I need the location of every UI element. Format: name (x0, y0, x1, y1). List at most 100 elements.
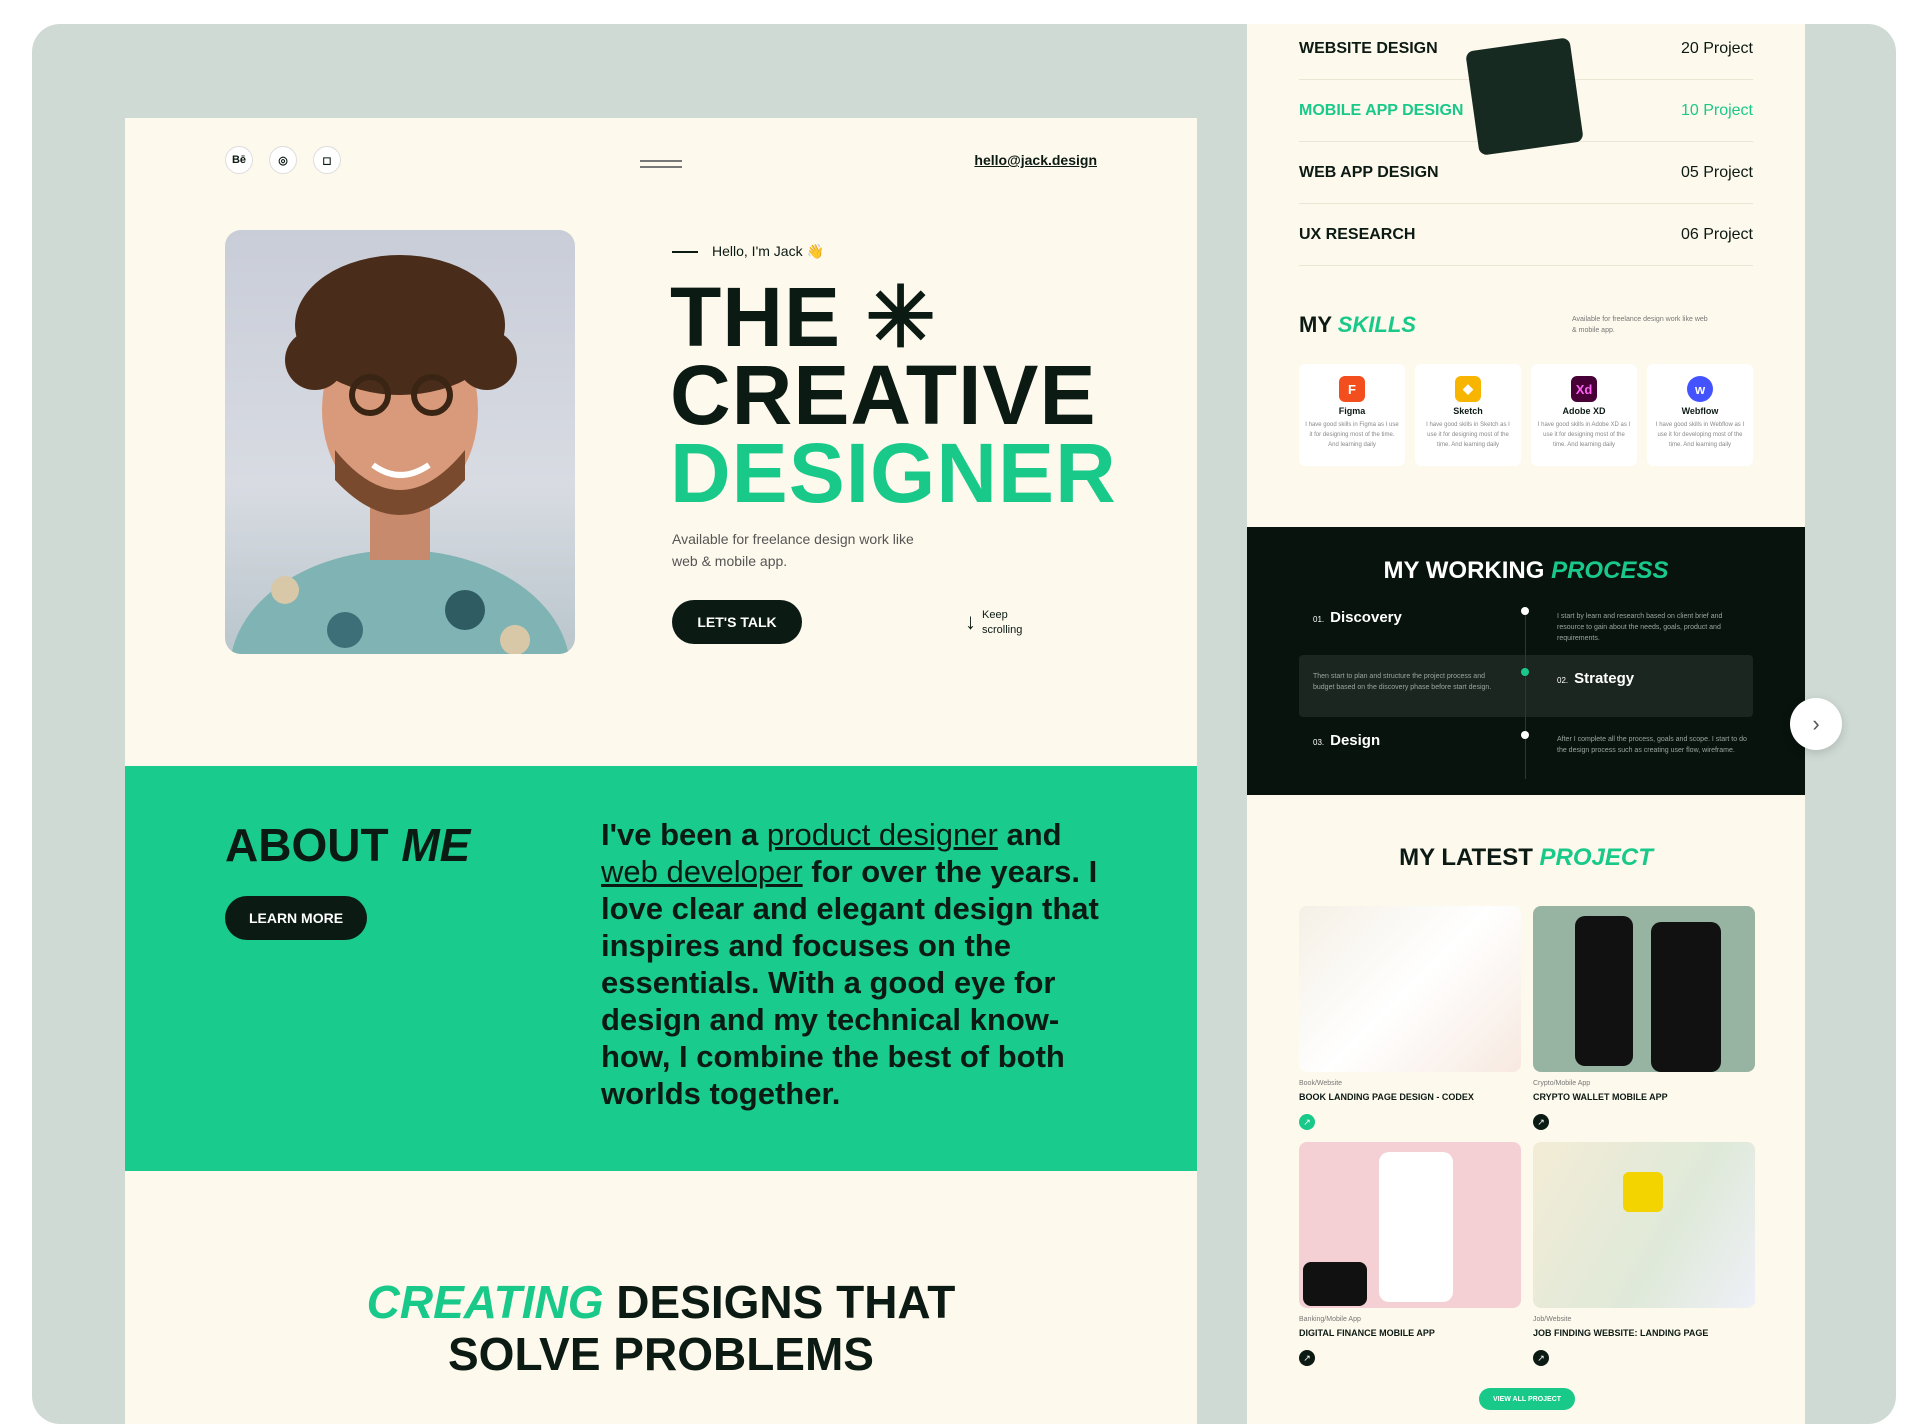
skill-name: Sketch (1453, 406, 1483, 416)
timeline-dot (1521, 668, 1529, 676)
portfolio-detail-page: WEBSITE DESIGN 20 Project MOBILE APP DESI… (1247, 24, 1805, 1424)
email-link[interactable]: hello@jack.design (974, 152, 1097, 168)
arrow-up-right-icon[interactable]: ↗ (1299, 1114, 1315, 1130)
headline-line-1: THE ✳ (670, 270, 937, 364)
timeline-dot (1521, 607, 1529, 615)
project-category: Job/Website (1533, 1316, 1572, 1323)
about-title-b: ME (401, 819, 471, 871)
project-thumbnail[interactable] (1533, 906, 1755, 1072)
greeting: Hello, I'm Jack 👋 (672, 243, 824, 260)
webflow-icon: w (1687, 376, 1713, 402)
service-name: MOBILE APP DESIGN (1299, 101, 1464, 119)
phone-mockup (1575, 916, 1633, 1066)
keep-scrolling[interactable]: ↓ Keep scrolling (965, 608, 1022, 638)
project-thumbnail[interactable] (1533, 1142, 1755, 1308)
learn-more-button[interactable]: LEARN MORE (225, 896, 367, 940)
service-count: 05 Project (1680, 163, 1753, 181)
creating-rest: DESIGNS THAT (603, 1276, 956, 1328)
skill-name: Figma (1338, 406, 1366, 416)
process-title-a: MY WORKING (1383, 557, 1552, 584)
service-count: 06 Project (1680, 225, 1753, 243)
skills-title-b: SKILLS (1337, 312, 1416, 337)
skill-desc: I have good skills in Figma as I use it … (1305, 422, 1399, 448)
process-step: 02. Strategy (1557, 670, 1634, 687)
card-mockup (1303, 1262, 1367, 1306)
step-num: 01. (1313, 615, 1325, 624)
about-title-a: ABOUT (225, 819, 402, 871)
step-desc: Then start to plan and structure the pro… (1313, 673, 1492, 691)
skill-desc: I have good skills in Sketch as I use it… (1426, 422, 1510, 448)
step-desc: After I complete all the process, goals … (1557, 736, 1747, 754)
behance-icon[interactable]: Bē (225, 146, 253, 174)
canvas-background: Bē ◎ ◻ hello@jack.design Hello, I'm Jack… (32, 24, 1896, 1424)
skills-subtitle: Available for freelance design work like… (1572, 316, 1708, 334)
working-process-section: MY WORKING PROCESS 01. Discovery I start … (1247, 527, 1805, 795)
latest-title-a: MY LATEST (1399, 844, 1540, 871)
project-thumbnail[interactable] (1299, 1142, 1521, 1308)
instagram-icon[interactable]: ◻ (313, 146, 341, 174)
latest-title-b: PROJECT (1539, 844, 1653, 871)
project-category: Crypto/Mobile App (1533, 1080, 1591, 1087)
headline-line-3: DESIGNER (670, 426, 1117, 520)
creating-heading: CREATING DESIGNS THAT SOLVE PROBLEMS (125, 1276, 1197, 1380)
adobe-xd-icon: Xd (1571, 376, 1597, 402)
portfolio-hero-page: Bē ◎ ◻ hello@jack.design Hello, I'm Jack… (125, 118, 1197, 1424)
process-step: 03. Design (1313, 732, 1380, 749)
profile-photo (225, 230, 575, 654)
skill-name: Adobe XD (1562, 406, 1606, 416)
creating-line-2: SOLVE PROBLEMS (448, 1328, 874, 1380)
dribbble-icon[interactable]: ◎ (269, 146, 297, 174)
skill-card: ◆ Sketch I have good skills in Sketch as I… (1415, 364, 1521, 466)
process-timeline (1525, 609, 1526, 779)
phone-mockup (1651, 922, 1721, 1072)
about-section: ABOUT ME LEARN MORE I've been a product … (125, 766, 1197, 1171)
figma-icon: F (1339, 376, 1365, 402)
service-name: WEBSITE DESIGN (1299, 39, 1438, 57)
chevron-right-icon[interactable]: › (1790, 698, 1842, 750)
process-title: MY WORKING PROCESS (1247, 557, 1805, 585)
project-category: Banking/Mobile App (1299, 1316, 1361, 1323)
photo-mockup (1623, 1172, 1663, 1212)
project-title[interactable]: BOOK LANDING PAGE DESIGN - CODEX (1299, 1092, 1474, 1102)
service-count: 10 Project (1680, 101, 1753, 119)
step-name: Strategy (1574, 670, 1635, 687)
service-count: 20 Project (1680, 39, 1753, 57)
step-num: 02. (1557, 676, 1569, 685)
service-row[interactable]: UX RESEARCH 06 Project (1299, 204, 1753, 266)
project-title[interactable]: JOB FINDING WEBSITE: LANDING PAGE (1533, 1328, 1708, 1338)
process-title-b: PROCESS (1551, 557, 1669, 584)
arrow-down-icon: ↓ (965, 609, 976, 634)
about-text-2: and (997, 817, 1062, 852)
step-desc: I start by learn and research based on c… (1557, 613, 1723, 642)
arrow-up-right-icon[interactable]: ↗ (1533, 1350, 1549, 1366)
timeline-dot (1521, 731, 1529, 739)
skill-card: Xd Adobe XD I have good skills in Adobe XD… (1531, 364, 1637, 466)
arrow-up-right-icon[interactable]: ↗ (1299, 1350, 1315, 1366)
skills-title: MY SKILLS (1299, 312, 1416, 338)
service-name: WEB APP DESIGN (1299, 163, 1439, 181)
scroll-line-1: Keep (982, 609, 1008, 621)
phone-mockup (1379, 1152, 1453, 1302)
product-designer-link[interactable]: product designer (767, 817, 998, 852)
step-name: Design (1330, 732, 1381, 749)
project-title[interactable]: CRYPTO WALLET MOBILE APP (1533, 1092, 1668, 1102)
mobile-app-preview (1465, 37, 1584, 156)
project-thumbnail[interactable] (1299, 906, 1521, 1072)
creating-word: CREATING (366, 1276, 604, 1328)
menu-icon[interactable] (640, 156, 682, 172)
skills-title-a: MY (1299, 312, 1338, 337)
service-row[interactable]: WEB APP DESIGN 05 Project (1299, 142, 1753, 204)
arrow-up-right-icon[interactable]: ↗ (1533, 1114, 1549, 1130)
hero-subtitle: Available for freelance design work like… (672, 531, 914, 569)
about-text-3: for over the years. I love clear and ele… (601, 854, 1099, 1111)
process-step: 01. Discovery (1313, 609, 1402, 626)
step-name: Discovery (1330, 609, 1402, 626)
about-text: I've been a product designer and web dev… (601, 816, 1101, 1112)
social-links: Bē ◎ ◻ (225, 146, 341, 174)
project-category: Book/Website (1299, 1080, 1343, 1087)
web-developer-link[interactable]: web developer (601, 854, 803, 889)
view-all-project-button[interactable]: VIEW ALL PROJECT (1479, 1388, 1575, 1410)
about-title: ABOUT ME (225, 818, 470, 872)
project-title[interactable]: DIGITAL FINANCE MOBILE APP (1299, 1328, 1435, 1338)
lets-talk-button[interactable]: LET'S TALK (672, 600, 802, 644)
